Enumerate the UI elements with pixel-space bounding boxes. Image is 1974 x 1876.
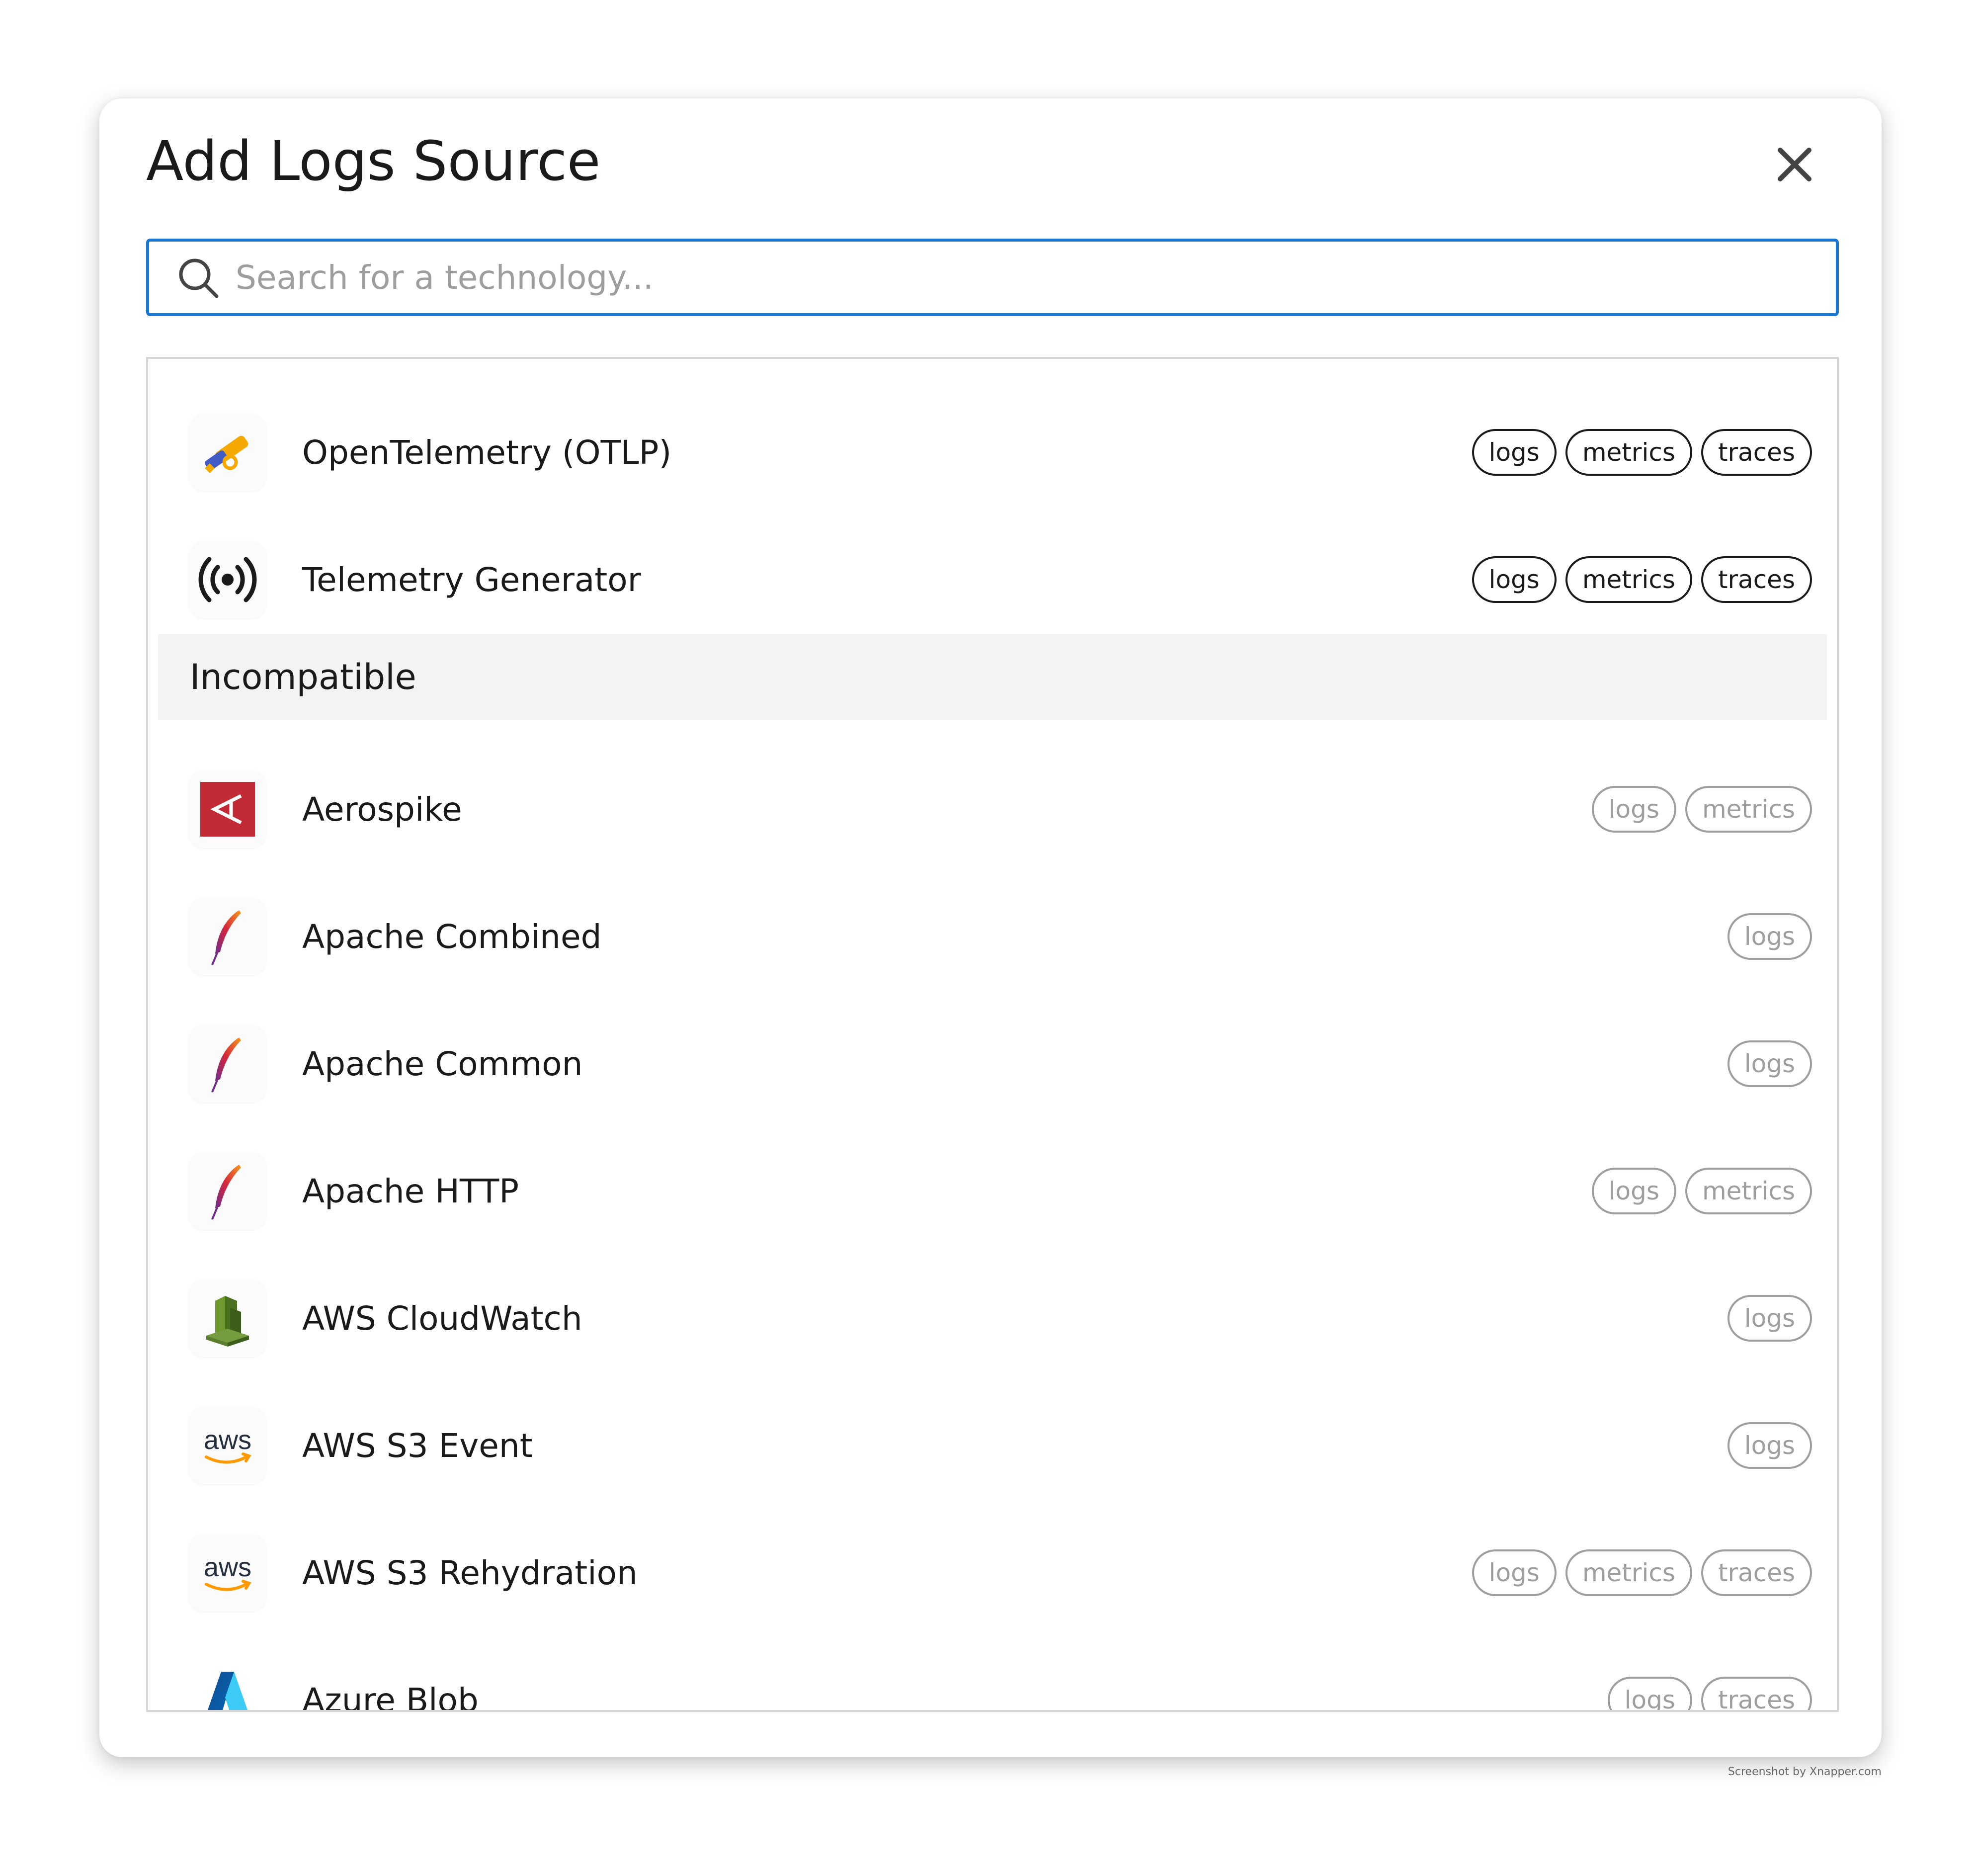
list-item-telemetry-generator[interactable]: Telemetry Generator logs metrics traces (148, 516, 1837, 643)
tag-group: logs metrics traces (1472, 429, 1812, 476)
tag-metrics: metrics (1565, 1549, 1692, 1596)
item-name: Apache Combined (302, 917, 602, 956)
tag-logs: logs (1727, 913, 1812, 960)
list-item-aws-s3-event[interactable]: aws AWS S3 Event logs (148, 1382, 1837, 1509)
aws-icon: aws (189, 1407, 266, 1484)
tag-metrics: metrics (1685, 1168, 1812, 1214)
tag-logs: logs (1472, 556, 1557, 603)
tag-traces: traces (1701, 429, 1812, 476)
tag-group: logs metrics traces (1472, 1549, 1812, 1596)
list-item-apache-http[interactable]: Apache HTTP logs metrics (148, 1127, 1837, 1255)
broadcast-icon (189, 541, 266, 618)
tag-logs: logs (1591, 1168, 1676, 1214)
tag-logs: logs (1727, 1295, 1812, 1342)
list-item-apache-combined[interactable]: Apache Combined logs (148, 873, 1837, 1000)
item-name: Apache HTTP (302, 1172, 519, 1210)
section-title: Incompatible (190, 657, 416, 697)
item-name: AWS S3 Rehydration (302, 1553, 638, 1592)
tag-logs: logs (1727, 1422, 1812, 1469)
list-item-azure-blob[interactable]: Azure Blob logs traces (148, 1636, 1837, 1712)
close-button[interactable] (1767, 137, 1822, 192)
tag-metrics: metrics (1565, 429, 1692, 476)
item-name: AWS CloudWatch (302, 1299, 582, 1338)
watermark: Screenshot by Xnapper.com (1727, 1766, 1882, 1778)
tag-logs: logs (1727, 1040, 1812, 1087)
tag-traces: traces (1701, 1677, 1812, 1710)
list-item-apache-common[interactable]: Apache Common logs (148, 1000, 1837, 1127)
aws-cloudwatch-icon (189, 1279, 266, 1357)
technology-list[interactable]: OpenTelemetry (OTLP) logs metrics traces… (146, 357, 1839, 1712)
tag-group: logs (1727, 1295, 1812, 1342)
close-icon (1778, 148, 1811, 181)
search-input[interactable] (235, 250, 1836, 305)
search-box (146, 239, 1839, 316)
aws-icon: aws (189, 1534, 266, 1612)
item-name: OpenTelemetry (OTLP) (302, 433, 672, 472)
tag-logs: logs (1607, 1677, 1692, 1710)
list-item-aerospike[interactable]: Aerospike logs metrics (148, 746, 1837, 873)
tag-group: logs (1727, 913, 1812, 960)
item-name: Apache Common (302, 1044, 583, 1083)
list-item-aws-s3-rehydration[interactable]: aws AWS S3 Rehydration logs metrics trac… (148, 1509, 1837, 1636)
tag-logs: logs (1472, 1549, 1557, 1596)
aerospike-icon (189, 770, 266, 848)
list-item-aws-cloudwatch[interactable]: AWS CloudWatch logs (148, 1255, 1837, 1382)
tag-traces: traces (1701, 1549, 1812, 1596)
opentelemetry-icon (189, 414, 266, 491)
apache-feather-icon (189, 898, 266, 975)
tag-group: logs (1727, 1040, 1812, 1087)
svg-text:aws: aws (204, 1425, 251, 1455)
azure-icon (189, 1661, 266, 1710)
item-name: Telemetry Generator (302, 560, 641, 599)
tag-group: logs metrics (1591, 1168, 1812, 1214)
apache-feather-icon (189, 1025, 266, 1103)
tag-group: logs metrics traces (1472, 556, 1812, 603)
tag-group: logs traces (1607, 1677, 1812, 1710)
search-icon (175, 255, 221, 300)
apache-feather-icon (189, 1152, 266, 1230)
dialog-title: Add Logs Source (146, 129, 601, 193)
tag-group: logs metrics (1591, 786, 1812, 833)
incompatible-section-header: Incompatible (158, 634, 1827, 720)
tag-logs: logs (1591, 786, 1676, 833)
list-item-opentelemetry[interactable]: OpenTelemetry (OTLP) logs metrics traces (148, 389, 1837, 516)
tag-logs: logs (1472, 429, 1557, 476)
tag-traces: traces (1701, 556, 1812, 603)
svg-text:aws: aws (204, 1552, 251, 1582)
item-name: Aerospike (302, 790, 462, 829)
item-name: AWS S3 Event (302, 1426, 533, 1465)
tag-group: logs (1727, 1422, 1812, 1469)
tag-metrics: metrics (1685, 786, 1812, 833)
add-logs-source-dialog: Add Logs Source Search for a technology.… (99, 98, 1882, 1757)
tag-metrics: metrics (1565, 556, 1692, 603)
item-name: Azure Blob (302, 1681, 479, 1712)
